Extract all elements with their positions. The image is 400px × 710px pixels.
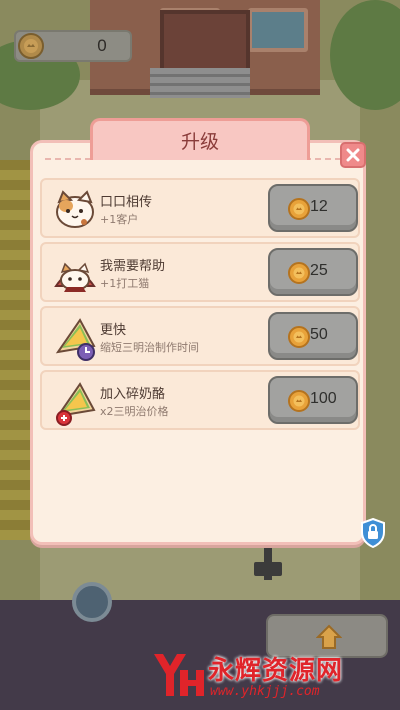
watermark-logo [154,654,204,696]
sign-board [254,562,282,576]
close-button[interactable] [340,142,366,168]
buy-upgrade-button[interactable]: 50 [268,312,358,360]
buy-upgrade-button[interactable]: 100 [268,376,358,424]
coin-count: 0 [97,36,107,55]
upgrade-row: 更快 缩短三明治制作时间 50 [40,306,360,366]
upgrade-row: 我需要帮助 +1打工猫 25 [40,242,360,302]
coin-counter: 0 [14,30,132,62]
watermark-title: 永辉资源网 [208,656,344,686]
coin-icon [288,198,310,220]
watermark: 永辉资源网 www.yhkjjj.com [150,648,390,706]
helper-cat-icon [54,262,96,292]
upgrade-name: 更快 [100,323,127,338]
upgrade-price: 12 [310,198,328,215]
upgrade-description: 缩短三明治制作时间 [100,341,199,354]
coin-icon [18,33,44,59]
cat-face-icon [56,190,94,228]
buy-upgrade-button[interactable]: 12 [268,184,358,232]
home-icon [316,624,342,649]
upgrade-name: 加入碎奶酪 [100,387,166,402]
building-steps [150,68,250,98]
upgrade-row: 加入碎奶酪 x2三明治价格 100 [40,370,360,430]
sandwich-clock-icon [55,318,96,361]
upgrade-name: 口口相传 [100,195,153,210]
upgrade-description: x2三明治价格 [100,405,169,418]
upgrade-name: 我需要帮助 [100,259,166,274]
panel-title: 升级 [180,131,219,153]
building-window [248,8,308,52]
buy-upgrade-button[interactable]: 25 [268,248,358,296]
coin-icon [288,390,310,412]
round-button[interactable] [72,582,112,622]
lock-shield-icon[interactable] [360,518,386,548]
upgrade-price: 50 [310,326,328,343]
watermark-url: www.yhkjjj.com [210,684,320,699]
building-door [160,10,250,72]
upgrade-row: 口口相传 +1客户 12 [40,178,360,238]
upgrade-price: 25 [310,262,328,279]
coin-icon [288,262,310,284]
upgrade-description: +1客户 [100,213,139,226]
panel-title-tab: 升级 [90,118,310,160]
coin-icon [288,326,310,348]
upgrade-price: 100 [310,390,337,407]
close-icon [346,148,360,162]
upgrade-description: +1打工猫 [100,277,150,290]
sandwich-cheese-icon [55,382,96,426]
